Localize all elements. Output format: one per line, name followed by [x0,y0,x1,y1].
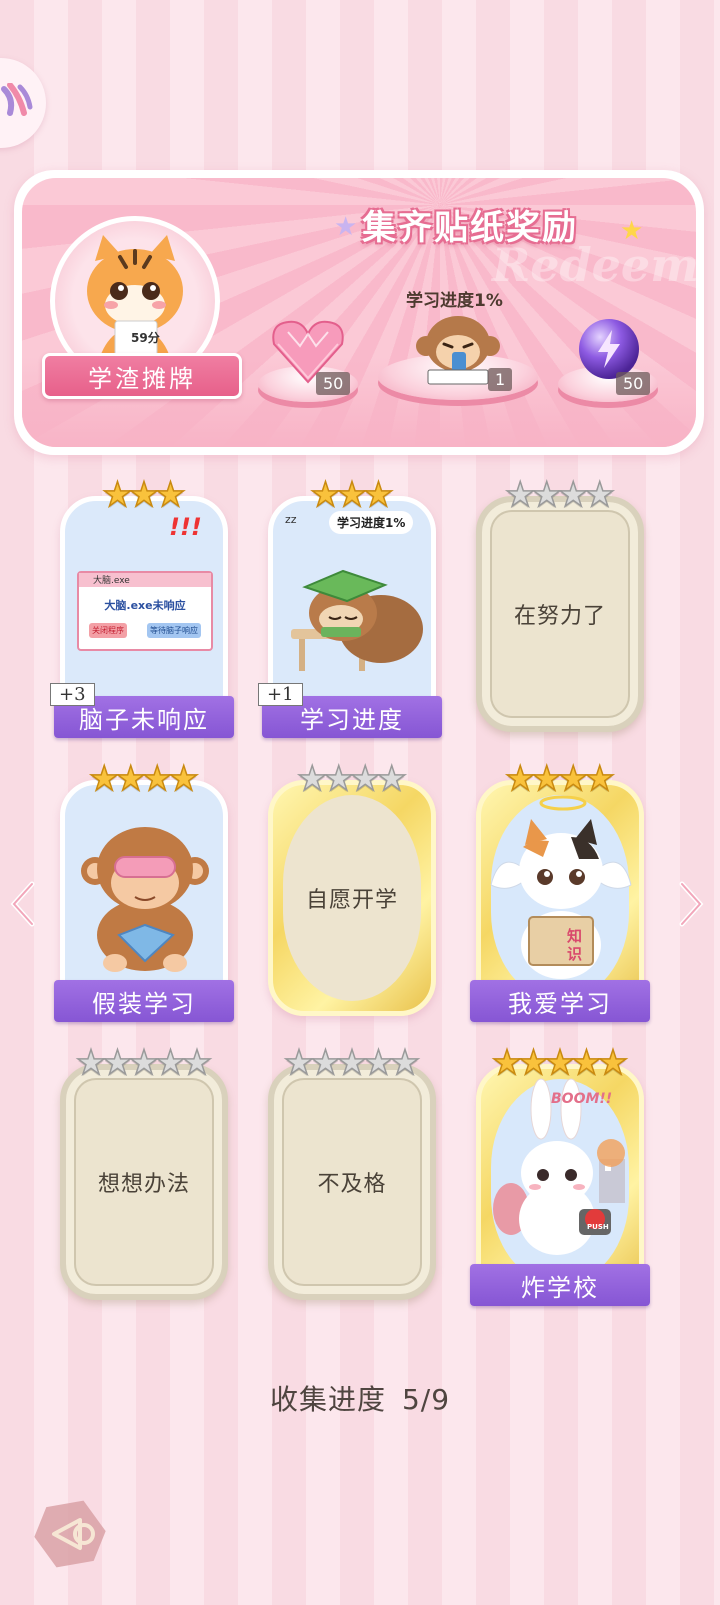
window-message: 大脑.exe未响应 [104,599,186,612]
reward-count: 1 [488,368,513,391]
chevron-right-icon [679,881,704,927]
progress-value: 5/9 [401,1383,451,1416]
close-program-button: 关闭程序 [89,623,127,638]
card-name: 假装学习 [54,980,234,1022]
push-button-text: PUSH [587,1223,609,1231]
next-page-arrow[interactable] [676,880,706,932]
wait-response-button: 等待脑子响应 [147,623,201,638]
sticker-card[interactable]: ★ ★ ★ ★ ★ BOOM!! PUSH 炸学校 [470,1040,650,1306]
boom-text: BOOM!! [551,1091,613,1107]
exam-paper-score: 59分 [131,331,160,345]
card-name: 在努力了 [513,604,606,629]
fan-icon [1,83,33,116]
sticker-card[interactable]: ★ ★ ★ ★ 知识 我爱学习 [470,756,650,1022]
star-decoration-icon: ★ [334,212,358,242]
sticker-card[interactable]: ★ ★ ★ zz 学习进度1% 学习进度 +1 [258,472,442,738]
card-count-badge: +1 [258,683,303,706]
card-name: 炸学校 [470,1264,650,1306]
sticker-card-locked[interactable]: ★ ★ ★ ★ ★ 想想办法 [60,1040,228,1304]
sleep-zz: zz [285,513,297,526]
card-frame: 在努力了 [476,496,644,732]
sticker-reward-banner: Redeem 集齐贴纸奖励 ★ ★ 59分 学渣摊牌 50 学习进度1% 1 5… [14,170,704,455]
star-empty-icon: ★ [389,1043,421,1083]
sticker-card-locked[interactable]: ★ ★ ★ ★ 自愿开学 [268,756,436,1020]
star-filled-icon: ★ [154,475,186,515]
back-button[interactable] [30,1494,110,1574]
window-title: 大脑.exe [79,573,211,587]
card-stars: ★ ★ ★ ★ ★ [268,1040,436,1083]
star-filled-icon: ★ [584,759,616,799]
star-empty-icon: ★ [181,1043,213,1083]
card-stars: ★ ★ ★ ★ [60,756,228,799]
star-filled-icon: ★ [597,1043,629,1083]
star-empty-icon: ★ [584,475,616,515]
chevron-left-icon [10,881,35,927]
star-filled-icon: ★ [362,475,394,515]
star-filled-icon: ★ [168,759,200,799]
progress-label: 收集进度 [269,1383,386,1416]
reward-count: 50 [316,372,351,395]
star-empty-icon: ★ [376,759,408,799]
card-stars: ★ ★ ★ ★ ★ [476,1040,644,1083]
card-name: 我爱学习 [470,980,650,1022]
reward-count: 50 [616,372,651,395]
sloth-reading-icon [291,569,423,671]
card-stars: ★ ★ ★ ★ [476,756,644,799]
book-text: 知识 [567,927,583,963]
corner-menu-button[interactable] [0,58,46,148]
back-arrow-icon [34,1500,106,1568]
monkey-reading-icon [81,827,209,972]
card-name: 想想办法 [97,1172,190,1197]
card-name: 不及格 [317,1172,387,1197]
sticker-card[interactable]: ★ ★ ★ ★ 假装学习 [54,756,234,1022]
collection-progress: 收集进度 5/9 [0,1378,720,1418]
card-stars: ★ ★ ★ ★ [268,756,436,799]
card-stars: ★ ★ ★ [60,472,228,515]
card-stars: ★ ★ ★ ★ [476,472,644,515]
card-stars: ★ ★ ★ ★ ★ [60,1040,228,1083]
exclaim-marks: !!! [169,513,202,541]
sticker-card-locked[interactable]: ★ ★ ★ ★ ★ 不及格 [268,1040,436,1304]
character-name-ribbon: 学渣摊牌 [42,353,242,399]
prev-page-arrow[interactable] [8,880,38,932]
error-window: 大脑.exe 大脑.exe未响应 关闭程序 等待脑子响应 [77,571,213,651]
star-decoration-icon: ★ [620,216,644,246]
card-frame: 自愿开学 [268,780,436,1016]
sticker-card-locked[interactable]: ★ ★ ★ ★ 在努力了 [476,472,644,736]
angel-cat-icon [490,795,632,979]
card-frame: 想想办法 [60,1064,228,1300]
card-stars: ★ ★ ★ [268,472,436,515]
card-name: 自愿开学 [305,888,398,913]
card-frame: 不及格 [268,1064,436,1300]
sticker-card[interactable]: ★ ★ ★ !!! 大脑.exe 大脑.exe未响应 关闭程序 等待脑子响应 脑子未… [50,472,234,738]
card-count-badge: +3 [50,683,95,706]
banner-title: 集齐贴纸奖励 [362,208,578,248]
